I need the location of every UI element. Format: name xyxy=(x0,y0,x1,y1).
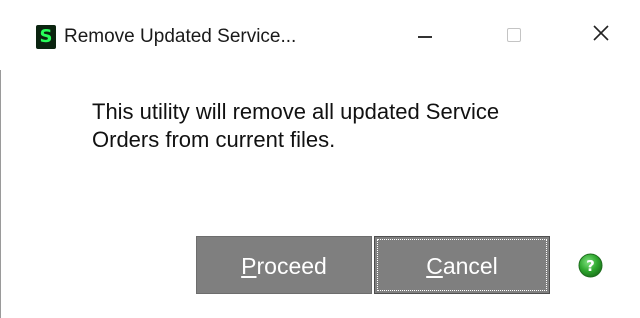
cancel-mnemonic: C xyxy=(426,253,443,279)
proceed-button-label: Proceed xyxy=(241,253,327,279)
proceed-button[interactable]: Proceed xyxy=(196,236,372,294)
maximize-icon xyxy=(507,28,521,42)
svg-text:?: ? xyxy=(586,257,595,275)
minimize-button[interactable] xyxy=(402,16,448,56)
close-icon xyxy=(593,25,609,41)
message-line-2: Orders from current files. xyxy=(92,127,336,152)
message-line-1: This utility will remove all updated Ser… xyxy=(92,99,500,124)
proceed-mnemonic: P xyxy=(241,253,257,279)
help-icon[interactable]: ? xyxy=(578,253,603,278)
dialog-window: S Remove Updated Service... This utility… xyxy=(0,0,640,318)
cancel-button[interactable]: Cancel xyxy=(374,236,550,294)
close-button[interactable] xyxy=(578,16,624,56)
proceed-label-rest: roceed xyxy=(256,253,327,279)
dialog-message: This utility will remove all updated Ser… xyxy=(92,98,612,154)
title-bar[interactable]: S Remove Updated Service... xyxy=(0,0,640,70)
window-title: Remove Updated Service... xyxy=(64,26,297,47)
app-icon: S xyxy=(36,25,56,49)
cancel-label-rest: ancel xyxy=(442,253,498,279)
minimize-icon xyxy=(418,36,432,38)
cancel-button-label: Cancel xyxy=(426,253,498,279)
maximize-button xyxy=(490,16,536,56)
